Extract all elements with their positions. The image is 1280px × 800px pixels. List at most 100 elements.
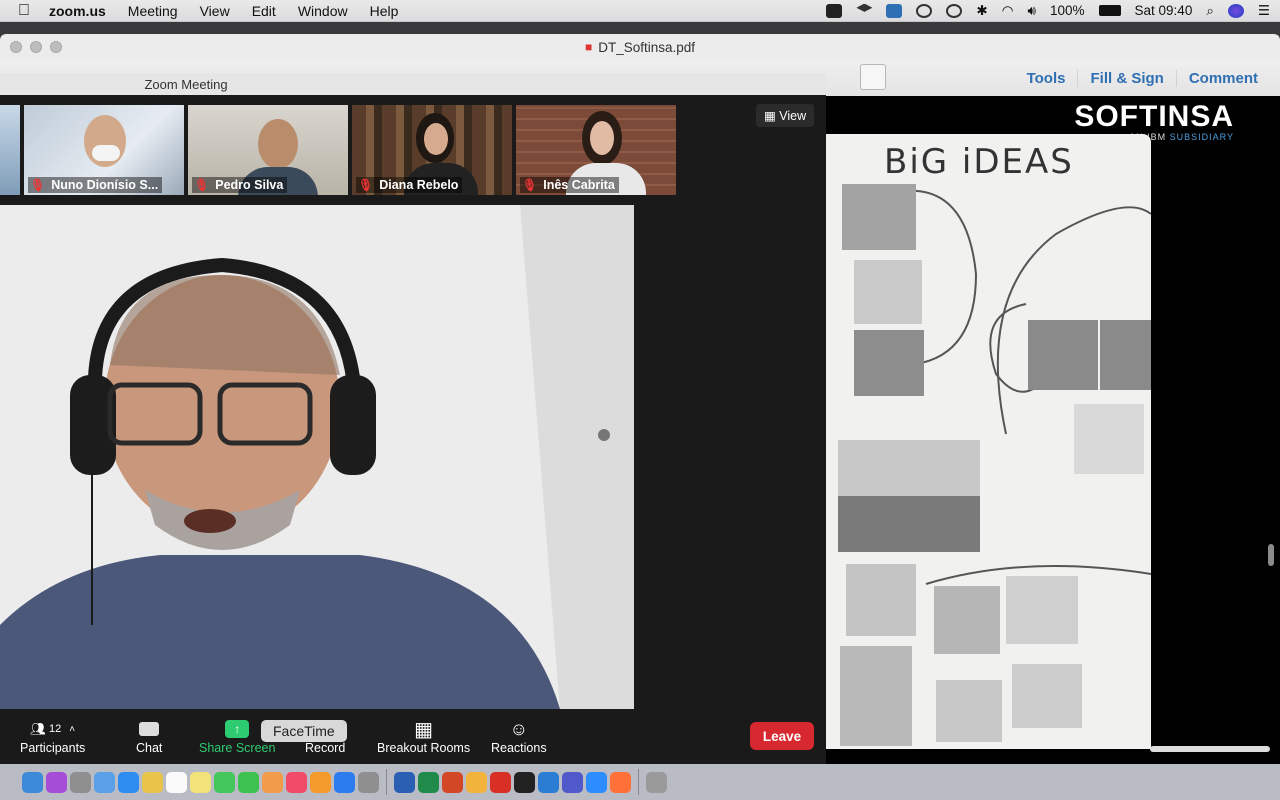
- mic-off-icon: 🎙︎: [522, 178, 538, 192]
- leave-button[interactable]: Leave: [750, 722, 814, 750]
- dock-tooltip: FaceTime: [261, 720, 347, 742]
- powerpoint-icon[interactable]: [442, 771, 463, 793]
- fill-sign-button[interactable]: Fill & Sign: [1077, 69, 1175, 87]
- stickies-icon[interactable]: [190, 771, 211, 793]
- apple-icon[interactable]: : [10, 2, 38, 20]
- record-label: Record: [305, 741, 346, 755]
- sticky-note: [1028, 320, 1098, 390]
- chevron-up-icon[interactable]: ˄: [69, 724, 75, 735]
- sticky-note: [1012, 664, 1082, 728]
- wifi-icon[interactable]: ◠: [1002, 3, 1014, 19]
- siri-icon[interactable]: [46, 771, 67, 793]
- battery-percent: 100%: [1050, 3, 1085, 18]
- music-icon[interactable]: [286, 771, 307, 793]
- full-screen-button[interactable]: [860, 64, 886, 90]
- clock[interactable]: Sat 09:40: [1135, 3, 1193, 18]
- facetime-icon[interactable]: [238, 771, 259, 793]
- terminal-icon[interactable]: [514, 771, 535, 793]
- trash-icon[interactable]: [646, 771, 667, 793]
- participant-mask: [92, 145, 120, 161]
- messages-icon[interactable]: [214, 771, 235, 793]
- reactions-label: Reactions: [491, 741, 547, 755]
- share-screen-icon: ↑: [225, 720, 250, 738]
- softinsa-logo: SOFTINSA: [1074, 100, 1234, 133]
- time-machine-icon[interactable]: [946, 3, 963, 18]
- menu-meeting[interactable]: Meeting: [117, 3, 189, 19]
- settings-icon[interactable]: [358, 771, 379, 793]
- grid-view-icon: ▦: [764, 109, 776, 123]
- active-speaker-video[interactable]: [0, 205, 634, 709]
- notes-icon[interactable]: [142, 771, 163, 793]
- participant-thumbnails: 🎙︎ Nuno Dionísio S... 🎙︎ Pedro Silva 🎙︎ Dia…: [0, 105, 676, 195]
- calendar-icon[interactable]: [166, 771, 187, 793]
- menu-app-name[interactable]: zoom.us: [38, 3, 117, 19]
- tools-button[interactable]: Tools: [1015, 70, 1078, 87]
- acrobat-icon[interactable]: [490, 771, 511, 793]
- participant-face: [424, 123, 448, 155]
- reactions-button[interactable]: ☺ Reactions: [491, 717, 547, 756]
- launchpad-icon[interactable]: [70, 771, 91, 793]
- pdf-vertical-scrollbar[interactable]: [1268, 544, 1274, 566]
- chat-button[interactable]: Chat: [136, 717, 162, 755]
- control-center-icon[interactable]: ☰: [1258, 3, 1270, 19]
- zoom-window-button[interactable]: [50, 41, 62, 53]
- participant-tile[interactable]: 🎙︎ Nuno Dionísio S...: [24, 105, 184, 195]
- sticky-note: [908, 440, 980, 496]
- menu-edit[interactable]: Edit: [241, 3, 287, 19]
- compass-icon[interactable]: [916, 3, 933, 18]
- sticky-note: [854, 330, 924, 396]
- appstore-icon[interactable]: [334, 771, 355, 793]
- safari-icon[interactable]: [118, 771, 139, 793]
- excel-icon[interactable]: [418, 771, 439, 793]
- breakout-rooms-label: Breakout Rooms: [377, 741, 471, 755]
- pdf-file-icon: ■: [584, 40, 593, 54]
- participant-tile[interactable]: [0, 105, 20, 195]
- dock: [0, 764, 1280, 800]
- close-window-button[interactable]: [10, 41, 22, 53]
- view-button-label: View: [779, 109, 807, 123]
- vscode-icon[interactable]: [538, 771, 559, 793]
- books-icon[interactable]: [310, 771, 331, 793]
- teams-icon[interactable]: [562, 771, 583, 793]
- pdf-titlebar: ■ DT_Softinsa.pdf: [0, 34, 1280, 60]
- photos-icon[interactable]: [262, 771, 283, 793]
- whiteboard-photo: BiG iDEAS: [826, 134, 1151, 749]
- sticky-note: [908, 496, 980, 552]
- breakout-rooms-button[interactable]: ▦ Breakout Rooms: [377, 717, 471, 756]
- dropbox-icon[interactable]: [856, 3, 873, 12]
- view-button[interactable]: ▦ View: [756, 104, 815, 127]
- zoom-icon[interactable]: [586, 771, 607, 793]
- menu-window[interactable]: Window: [287, 3, 359, 19]
- comment-button[interactable]: Comment: [1175, 69, 1270, 87]
- participant-name: 🎙︎ Nuno Dionísio S...: [28, 177, 163, 193]
- sticky-note: [842, 184, 916, 250]
- pdf-horizontal-scrollbar[interactable]: [1150, 746, 1270, 752]
- participants-count: 12: [49, 723, 62, 735]
- participant-tile[interactable]: 🎙︎ Pedro Silva: [188, 105, 348, 195]
- participant-tile[interactable]: 🎙︎ Inês Cabrita: [516, 105, 676, 195]
- bluetooth-icon[interactable]: ✱: [976, 3, 987, 19]
- sticky-note: [838, 496, 908, 552]
- window-controls: [10, 41, 62, 53]
- participant-tile[interactable]: 🎙︎ Diana Rebelo: [352, 105, 512, 195]
- chrome-icon[interactable]: [466, 771, 487, 793]
- participant-name: 🎙︎ Inês Cabrita: [520, 177, 619, 193]
- menu-view[interactable]: View: [189, 3, 241, 19]
- firefox-icon[interactable]: [610, 771, 631, 793]
- siri-menu-icon[interactable]: [1227, 3, 1244, 18]
- menu-help[interactable]: Help: [359, 3, 410, 19]
- battery-icon[interactable]: [1098, 5, 1121, 16]
- spotlight-icon[interactable]: ⌕: [1206, 3, 1214, 19]
- volume-icon[interactable]: 🔊︎: [1027, 3, 1036, 19]
- mail-icon[interactable]: [94, 771, 115, 793]
- dock-separator: [386, 769, 387, 795]
- dock-separator: [638, 769, 639, 795]
- reactions-icon: ☺: [509, 718, 528, 739]
- participants-button[interactable]: 👥︎ 12 ˄ Participants: [20, 717, 85, 756]
- zoom-status-icon[interactable]: [826, 3, 843, 18]
- teamviewer-icon[interactable]: [886, 3, 903, 18]
- minimize-window-button[interactable]: [30, 41, 42, 53]
- softinsa-subtitle-highlight: SUBSIDIARY: [1169, 132, 1234, 142]
- word-icon[interactable]: [394, 771, 415, 793]
- finder-icon[interactable]: [22, 771, 43, 793]
